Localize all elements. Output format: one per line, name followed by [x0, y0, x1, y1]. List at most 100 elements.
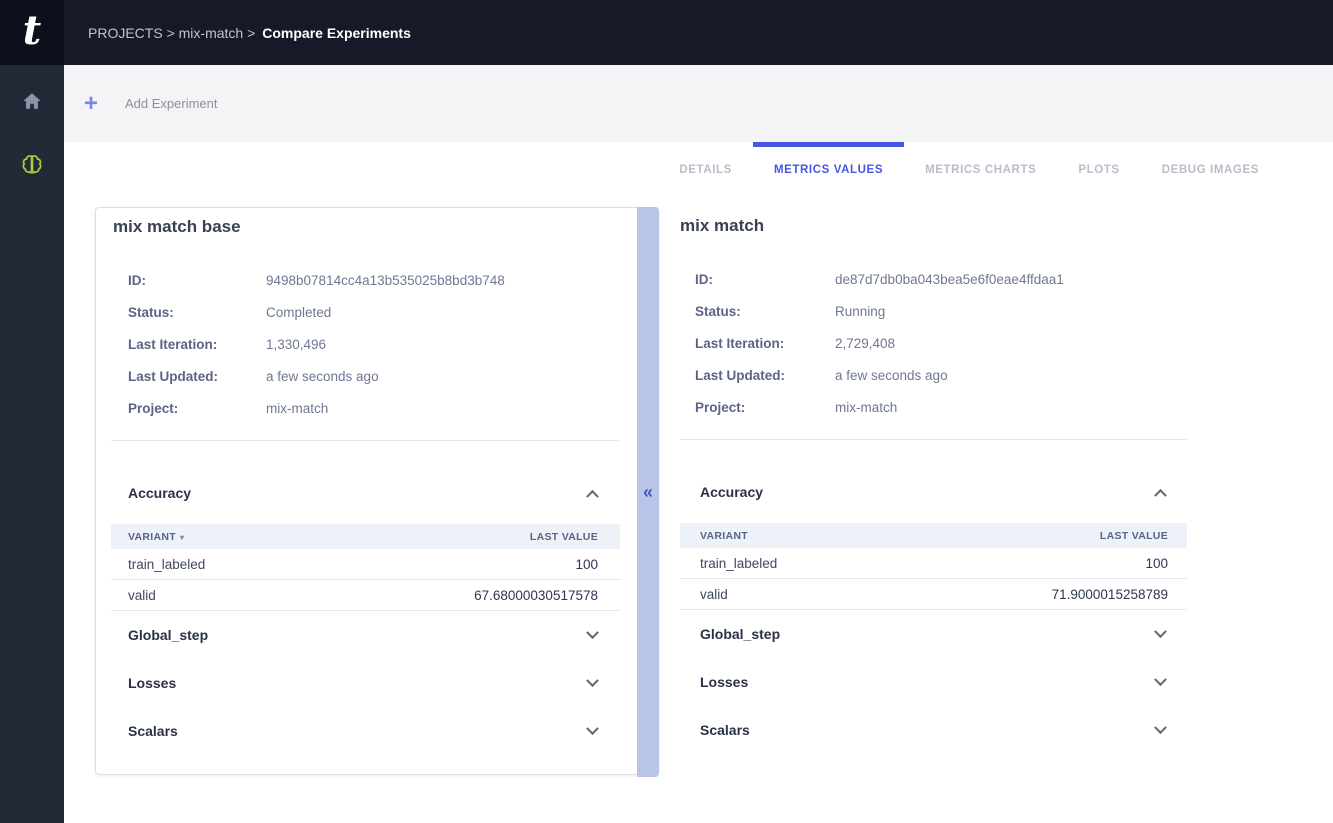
cell-last-value: 100 [1145, 556, 1168, 571]
detail-label: Last Iteration: [128, 337, 266, 352]
detail-label: Project: [128, 401, 266, 416]
section-accuracy[interactable]: Accuracy [96, 470, 636, 516]
section-name: Losses [128, 675, 176, 691]
table-header: VARIANT LAST VALUE [680, 523, 1187, 548]
details-divider [680, 439, 1187, 440]
cell-variant: valid [700, 587, 728, 602]
tab-metrics-charts[interactable]: METRICS CHARTS [904, 142, 1057, 188]
detail-value: 2,729,408 [835, 336, 895, 351]
column-variant[interactable]: VARIANT▾ [128, 531, 184, 543]
detail-label: Last Updated: [128, 369, 266, 384]
cell-variant: train_labeled [128, 557, 205, 572]
section-scalars[interactable]: Scalars [680, 706, 1187, 754]
detail-row-last-iteration: Last Iteration: 1,330,496 [96, 328, 636, 360]
detail-label: ID: [128, 273, 266, 288]
column-variant[interactable]: VARIANT [700, 530, 748, 542]
detail-label: ID: [695, 272, 835, 287]
detail-value: de87d7db0ba043bea5e6f0eae4ffdaa1 [835, 272, 1064, 287]
detail-value: a few seconds ago [835, 368, 948, 383]
detail-label: Status: [128, 305, 266, 320]
detail-row-last-updated: Last Updated: a few seconds ago [680, 359, 1187, 391]
section-name: Global_step [128, 627, 208, 643]
brain-icon[interactable] [20, 153, 44, 177]
add-experiment-button[interactable]: + Add Experiment [84, 65, 218, 142]
chevron-down-icon [586, 722, 599, 735]
detail-row-status: Status: Running [680, 295, 1187, 327]
section-losses[interactable]: Losses [96, 659, 636, 707]
detail-row-last-updated: Last Updated: a few seconds ago [96, 360, 636, 392]
detail-label: Status: [695, 304, 835, 319]
chevron-up-icon [586, 489, 599, 502]
detail-row-id: ID: de87d7db0ba043bea5e6f0eae4ffdaa1 [680, 263, 1187, 295]
detail-row-project: Project: mix-match [96, 392, 636, 424]
detail-row-status: Status: Completed [96, 296, 636, 328]
app-logo[interactable]: t [0, 0, 64, 65]
table-row: train_labeled 100 [111, 549, 620, 580]
experiment-details: ID: de87d7db0ba043bea5e6f0eae4ffdaa1 Sta… [680, 263, 1187, 423]
tab-plots[interactable]: PLOTS [1057, 142, 1140, 188]
section-losses[interactable]: Losses [680, 658, 1187, 706]
detail-label: Last Iteration: [695, 336, 835, 351]
breadcrumb-path[interactable]: PROJECTS > mix-match > [88, 25, 255, 41]
detail-row-id: ID: 9498b07814cc4a13b535025b8bd3b748 [96, 264, 636, 296]
chevron-down-icon [1154, 673, 1167, 686]
section-global-step[interactable]: Global_step [680, 610, 1187, 658]
cell-last-value: 71.9000015258789 [1052, 587, 1168, 602]
tab-metrics-values[interactable]: METRICS VALUES [753, 142, 904, 188]
table-row: valid 67.68000030517578 [111, 580, 620, 611]
experiment-card-base: mix match base ID: 9498b07814cc4a13b5350… [95, 207, 659, 775]
detail-value: a few seconds ago [266, 369, 379, 384]
section-name: Scalars [700, 722, 750, 738]
details-divider [111, 440, 619, 441]
accuracy-table: VARIANT▾ LAST VALUE train_labeled 100 va… [111, 524, 620, 611]
detail-row-last-iteration: Last Iteration: 2,729,408 [680, 327, 1187, 359]
tab-details[interactable]: DETAILS [658, 142, 753, 188]
chevron-down-icon [1154, 625, 1167, 638]
sub-header: + Add Experiment [64, 65, 1333, 142]
experiment-title: mix match base [113, 208, 636, 237]
column-last-value: LAST VALUE [530, 531, 598, 543]
home-icon[interactable] [20, 89, 44, 113]
chevron-down-icon [1154, 721, 1167, 734]
section-scalars[interactable]: Scalars [96, 707, 636, 755]
section-name: Global_step [700, 626, 780, 642]
side-nav [0, 65, 64, 823]
status-value: Completed [266, 305, 331, 320]
section-global-step[interactable]: Global_step [96, 611, 636, 659]
cell-variant: valid [128, 588, 156, 603]
experiment-details: ID: 9498b07814cc4a13b535025b8bd3b748 Sta… [96, 264, 636, 424]
section-name: Losses [700, 674, 748, 690]
plus-icon: + [84, 92, 98, 116]
detail-label: Last Updated: [695, 368, 835, 383]
chevron-down-icon [586, 626, 599, 639]
top-bar: t PROJECTS > mix-match > Compare Experim… [0, 0, 1333, 65]
collapse-left-icon: « [643, 483, 653, 501]
experiment-card-compared: mix match ID: de87d7db0ba043bea5e6f0eae4… [680, 207, 1187, 775]
chevron-up-icon [1154, 488, 1167, 501]
section-name: Accuracy [128, 485, 191, 501]
sort-caret-icon: ▾ [180, 533, 184, 542]
tab-bar: DETAILS METRICS VALUES METRICS CHARTS PL… [658, 142, 1280, 188]
section-name: Accuracy [700, 484, 763, 500]
table-header: VARIANT▾ LAST VALUE [111, 524, 620, 549]
detail-value: mix-match [266, 401, 328, 416]
table-row: train_labeled 100 [680, 548, 1187, 579]
cell-variant: train_labeled [700, 556, 777, 571]
section-accuracy[interactable]: Accuracy [680, 469, 1187, 515]
page: t PROJECTS > mix-match > Compare Experim… [0, 0, 1333, 823]
add-experiment-label: Add Experiment [125, 96, 218, 111]
status-value: Running [835, 304, 885, 319]
detail-value: 9498b07814cc4a13b535025b8bd3b748 [266, 273, 505, 288]
detail-row-project: Project: mix-match [680, 391, 1187, 423]
detail-value: 1,330,496 [266, 337, 326, 352]
tab-debug-images[interactable]: DEBUG IMAGES [1141, 142, 1280, 188]
experiment-title: mix match [680, 207, 1187, 236]
collapse-panel-handle[interactable]: « [637, 207, 659, 777]
breadcrumb-current: Compare Experiments [262, 25, 411, 41]
detail-label: Project: [695, 400, 835, 415]
cell-last-value: 100 [575, 557, 598, 572]
cell-last-value: 67.68000030517578 [474, 588, 598, 603]
logo-t-icon: t [23, 11, 41, 51]
accuracy-table: VARIANT LAST VALUE train_labeled 100 val… [680, 523, 1187, 610]
table-row: valid 71.9000015258789 [680, 579, 1187, 610]
